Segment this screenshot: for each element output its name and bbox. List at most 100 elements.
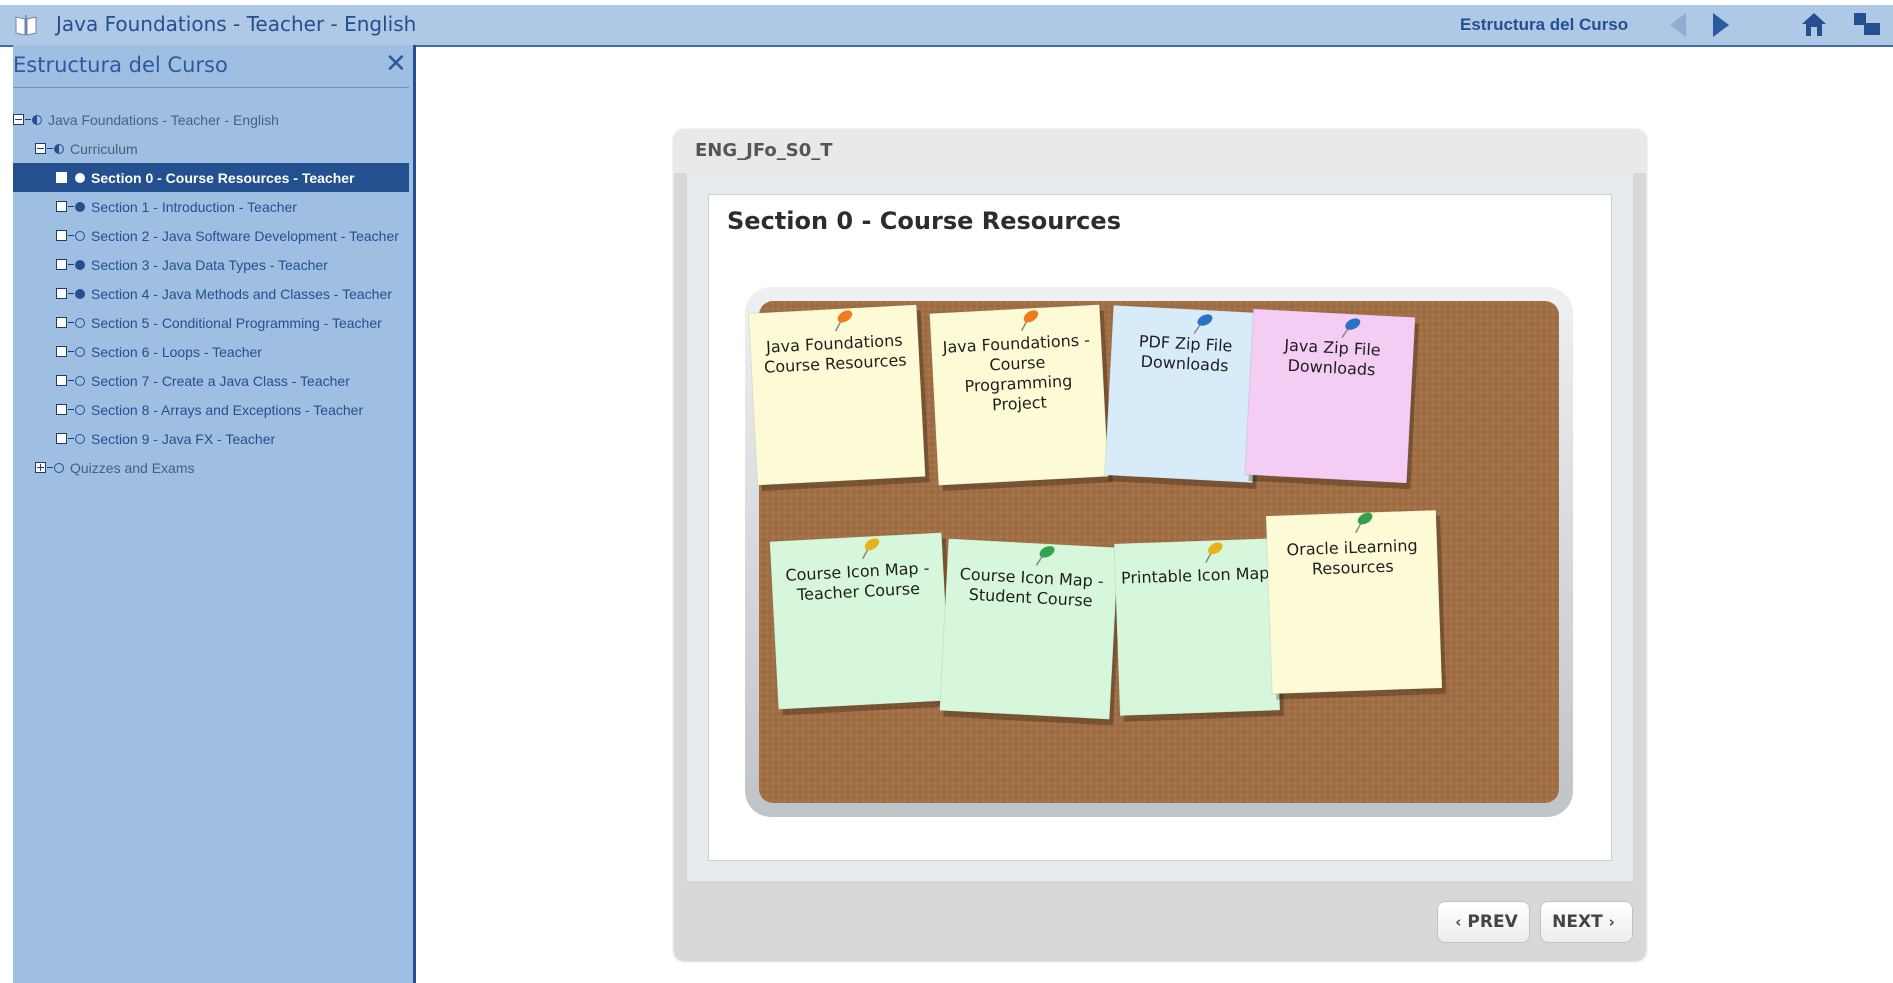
tree-connector xyxy=(68,322,74,323)
arrow-left-icon[interactable] xyxy=(1666,10,1688,40)
slide: Section 0 - Course Resources Java Founda xyxy=(708,194,1612,861)
sticky-note-label: Java Zip FileDownloads xyxy=(1282,336,1381,380)
collapse-icon[interactable] xyxy=(13,114,24,125)
next-label: NEXT xyxy=(1552,912,1603,932)
status-circle-icon xyxy=(75,346,85,357)
status-circle-icon xyxy=(75,433,85,444)
slide-title: Section 0 - Course Resources xyxy=(727,207,1121,235)
tree-item[interactable]: Curriculum xyxy=(35,134,138,163)
checkbox-icon[interactable] xyxy=(56,317,67,328)
sticky-note-line: Course xyxy=(989,353,1046,375)
cork-board: Java FoundationsCourse Resources Java Fou… xyxy=(745,287,1573,817)
tree-connector xyxy=(68,380,74,381)
checkbox-icon[interactable] xyxy=(56,259,67,270)
sticky-note[interactable]: Course Icon Map -Teacher Course xyxy=(769,532,955,716)
sidebar-header: Estructura del Curso ✕ xyxy=(13,47,409,87)
sticky-note[interactable]: Java FoundationsCourse Resources xyxy=(748,304,930,492)
tree-connector xyxy=(68,351,74,352)
tree-item-label: Curriculum xyxy=(70,140,138,157)
sticky-note-paper xyxy=(1104,304,1262,484)
tree-connector xyxy=(68,293,74,294)
arrow-right-icon[interactable] xyxy=(1710,10,1732,40)
tree-item[interactable]: Section 4 - Java Methods and Classes - T… xyxy=(56,279,392,308)
tree-item-label: Section 7 - Create a Java Class - Teache… xyxy=(91,372,350,389)
checkbox-icon[interactable] xyxy=(56,433,67,444)
sticky-note[interactable]: Java Foundations -CourseProgrammingProje… xyxy=(929,304,1113,492)
sticky-note[interactable]: Printable Icon Map xyxy=(1113,537,1285,722)
tree-item[interactable]: Section 1 - Introduction - Teacher xyxy=(56,192,297,221)
checkbox-icon[interactable] xyxy=(56,375,67,386)
sticky-note-label: Java FoundationsCourse Resources xyxy=(763,330,908,376)
tree-item-label: Section 3 - Java Data Types - Teacher xyxy=(91,256,328,273)
slide-area: Section 0 - Course Resources Java Founda xyxy=(687,173,1633,881)
sidebar-divider xyxy=(13,87,409,88)
sidebar-title: Estructura del Curso xyxy=(13,53,228,77)
checkbox-icon[interactable] xyxy=(56,346,67,357)
course-structure-sidebar: Estructura del Curso ✕ Java Foundations … xyxy=(13,45,416,983)
status-circle-icon xyxy=(75,404,85,415)
tree-connector xyxy=(68,409,74,410)
tree-item[interactable]: Quizzes and Exams xyxy=(35,453,195,482)
lesson-panel: ENG_JFo_S0_T Section 0 - Course Resource… xyxy=(674,129,1646,960)
sticky-note-line: Project xyxy=(992,393,1048,415)
tree-item[interactable]: Java Foundations - Teacher - English xyxy=(13,105,279,134)
checkbox-icon[interactable] xyxy=(56,230,67,241)
tree-item[interactable]: Section 0 - Course Resources - Teacher xyxy=(13,163,409,192)
checkbox-icon[interactable] xyxy=(56,201,67,212)
expand-icon[interactable] xyxy=(35,462,46,473)
tree-connector xyxy=(68,264,74,265)
sticky-note-label: PDF Zip FileDownloads xyxy=(1137,332,1233,376)
checkbox-icon[interactable] xyxy=(56,404,67,415)
collapse-icon[interactable] xyxy=(35,143,46,154)
sticky-note-label: Course Icon Map -Student Course xyxy=(958,564,1104,610)
tree-item-label: Section 0 - Course Resources - Teacher xyxy=(91,169,355,186)
tree-item-label: Section 8 - Arrays and Exceptions - Teac… xyxy=(91,401,364,418)
status-circle-icon xyxy=(75,201,85,212)
prev-button[interactable]: ‹ PREV xyxy=(1437,901,1530,943)
tree-item-label: Java Foundations - Teacher - English xyxy=(48,111,279,128)
status-circle-icon xyxy=(54,143,64,154)
home-icon[interactable] xyxy=(1800,11,1828,39)
panel-header: ENG_JFo_S0_T xyxy=(674,129,1646,173)
window-icon[interactable] xyxy=(1852,11,1882,39)
tree-item-label: Section 4 - Java Methods and Classes - T… xyxy=(91,285,392,302)
sticky-note[interactable]: Course Icon Map -Student Course xyxy=(939,538,1123,726)
chevron-left-icon: ‹ xyxy=(1455,913,1462,931)
tree-item[interactable]: Section 8 - Arrays and Exceptions - Teac… xyxy=(56,395,363,424)
tree-connector xyxy=(68,206,74,207)
course-structure-link[interactable]: Estructura del Curso xyxy=(1460,15,1628,35)
app-title: Java Foundations - Teacher - English xyxy=(56,12,417,36)
tree-connector xyxy=(68,235,74,236)
tree-connector xyxy=(68,438,74,439)
tree-item[interactable]: Section 7 - Create a Java Class - Teache… xyxy=(56,366,350,395)
status-circle-icon xyxy=(75,317,85,328)
tree-item-label: Section 1 - Introduction - Teacher xyxy=(91,198,297,215)
status-circle-icon xyxy=(75,230,85,241)
next-button[interactable]: NEXT › xyxy=(1540,901,1633,943)
status-circle-icon xyxy=(75,375,85,386)
tree-item[interactable]: Section 9 - Java FX - Teacher xyxy=(56,424,275,453)
tree-item[interactable]: Section 3 - Java Data Types - Teacher xyxy=(56,250,328,279)
prev-label: PREV xyxy=(1467,912,1518,932)
tree-item[interactable]: Section 2 - Java Software Development - … xyxy=(56,221,399,250)
sticky-note[interactable]: PDF Zip FileDownloads xyxy=(1104,304,1266,489)
tree-item[interactable]: Section 5 - Conditional Programming - Te… xyxy=(56,308,382,337)
tree-item-label: Section 2 - Java Software Development - … xyxy=(91,227,399,244)
tree-item-label: Section 5 - Conditional Programming - Te… xyxy=(91,314,382,331)
tree-item-label: Section 6 - Loops - Teacher xyxy=(91,343,262,360)
tree-connector xyxy=(25,119,31,120)
sticky-note[interactable]: Oracle iLearningResources xyxy=(1265,508,1447,700)
tree-connector xyxy=(68,177,74,178)
tree-item[interactable]: Section 6 - Loops - Teacher xyxy=(56,337,262,366)
status-circle-icon xyxy=(75,288,85,299)
checkbox-icon[interactable] xyxy=(56,172,67,183)
lesson-code: ENG_JFo_S0_T xyxy=(695,140,833,161)
tree-item-label: Quizzes and Exams xyxy=(70,459,195,476)
sticky-note[interactable]: Java Zip FileDownloads xyxy=(1244,308,1419,490)
close-icon[interactable]: ✕ xyxy=(385,49,407,79)
book-icon xyxy=(15,15,37,36)
status-circle-icon xyxy=(54,462,64,473)
status-circle-icon xyxy=(75,259,85,270)
sticky-note-label: Course Icon Map -Teacher Course xyxy=(785,558,931,604)
checkbox-icon[interactable] xyxy=(56,288,67,299)
